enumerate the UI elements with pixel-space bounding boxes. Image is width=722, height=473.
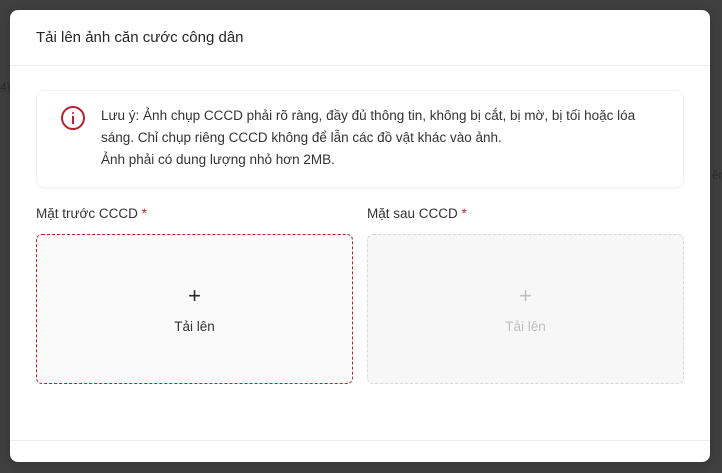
back-label-text: Mặt sau CCCD — [367, 206, 458, 221]
notice-text: Lưu ý: Ảnh chụp CCCD phải rõ ràng, đầy đ… — [101, 105, 635, 171]
plus-icon: + — [519, 282, 532, 308]
background-text-fragment: ên — [712, 168, 722, 182]
notice-box: Lưu ý: Ảnh chụp CCCD phải rõ ràng, đầy đ… — [36, 90, 684, 188]
front-upload-dropzone[interactable]: + Tải lên — [36, 234, 353, 384]
required-mark: * — [461, 206, 467, 221]
notice-line: Lưu ý: Ảnh chụp CCCD phải rõ ràng, đầy đ… — [101, 108, 636, 123]
required-mark: * — [141, 206, 147, 221]
notice-line: sáng. Chỉ chụp riêng CCCD không để lẫn c… — [101, 130, 502, 145]
notice-line: Ảnh phải có dung lượng nhỏ hơn 2MB. — [101, 152, 335, 167]
modal-footer — [10, 440, 710, 462]
back-upload-section: Mặt sau CCCD * + Tải lên — [367, 206, 684, 384]
modal-header: Tải lên ảnh căn cước công dân — [10, 10, 710, 66]
front-label: Mặt trước CCCD * — [36, 206, 353, 228]
front-upload-section: Mặt trước CCCD * + Tải lên — [36, 206, 353, 384]
back-upload-dropzone[interactable]: + Tải lên — [367, 234, 684, 384]
back-label: Mặt sau CCCD * — [367, 206, 684, 228]
modal-title: Tải lên ảnh căn cước công dân — [36, 29, 244, 46]
front-label-text: Mặt trước CCCD — [36, 206, 138, 221]
modal-body: Lưu ý: Ảnh chụp CCCD phải rõ ràng, đầy đ… — [10, 66, 710, 384]
plus-icon: + — [188, 282, 201, 308]
upload-text: Tải lên — [505, 318, 546, 334]
upload-text: Tải lên — [174, 318, 215, 334]
info-circle-icon — [61, 106, 85, 130]
upload-id-card-modal: Tải lên ảnh căn cước công dân Lưu ý: Ảnh… — [10, 10, 710, 462]
upload-row: Mặt trước CCCD * + Tải lên Mặt sau CCCD … — [36, 206, 684, 384]
